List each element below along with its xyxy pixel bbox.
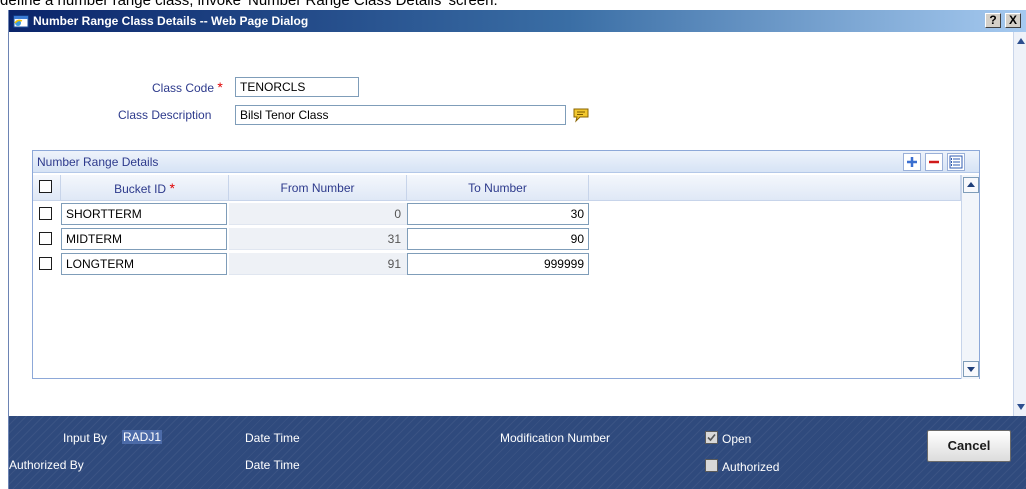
grid-scrollbar[interactable] [961,175,979,379]
class-code-label: Class Code * [152,79,223,95]
window-title: Number Range Class Details -- Web Page D… [33,14,309,28]
from-number-cell: 0 [229,203,407,225]
add-row-icon[interactable] [903,153,921,171]
title-bar: Number Range Class Details -- Web Page D… [9,10,1026,32]
bucket-id-cell[interactable]: MIDTERM [61,228,227,250]
bucket-id-cell[interactable]: SHORTTERM [61,203,227,225]
date-time-label-2: Date Time [245,458,300,472]
grid-title: Number Range Details [37,155,159,169]
to-number-cell[interactable]: 30 [407,203,589,225]
authorized-checkbox [705,459,718,472]
open-checkbox [705,431,718,444]
required-marker: * [217,79,223,95]
select-all-checkbox[interactable] [39,180,52,193]
row-checkbox[interactable] [39,257,52,270]
audit-footer: Input By RADJ1 Date Time Modification Nu… [9,416,1026,489]
class-code-input[interactable]: TENORCLS [235,77,359,97]
close-button[interactable]: X [1005,13,1021,28]
input-by-value: RADJ1 [122,430,163,444]
column-header-to-number: To Number [407,175,589,201]
scroll-down-icon[interactable] [1016,402,1026,412]
dialog-window: Number Range Class Details -- Web Page D… [8,10,1026,489]
cancel-button[interactable]: Cancel [927,430,1011,462]
authorized-label: Authorized [722,460,780,474]
authorized-by-label: Authorized By [9,458,84,472]
ie-window-icon [13,13,29,29]
row-checkbox[interactable] [39,232,52,245]
speech-bubble-icon[interactable] [572,107,590,123]
single-view-icon[interactable] [947,153,965,171]
grid-scroll-up-icon[interactable] [963,177,979,193]
class-description-input[interactable]: Bilsl Tenor Class [235,105,566,125]
document-caption: define a number range class, invoke 'Num… [0,0,1026,8]
grid-header-bar: Number Range Details [33,151,979,173]
from-number-cell: 31 [229,228,407,250]
help-button[interactable]: ? [985,13,1001,28]
to-number-cell[interactable]: 90 [407,228,589,250]
bucket-id-cell[interactable]: LONGTERM [61,253,227,275]
checkmark-icon [707,433,716,442]
column-header-from-number: From Number [229,175,407,201]
modification-number-label: Modification Number [500,431,611,445]
from-number-cell: 91 [229,253,407,275]
number-range-grid: Number Range Details Bucket ID * From Nu… [32,150,980,379]
select-all-cell [33,175,61,201]
input-by-label: Input By [63,431,108,445]
date-time-label: Date Time [245,431,300,445]
grid-scroll-down-icon[interactable] [963,361,979,377]
class-description-label: Class Description [118,108,212,122]
to-number-cell[interactable]: 999999 [407,253,589,275]
scroll-up-icon[interactable] [1016,36,1026,46]
delete-row-icon[interactable] [925,153,943,171]
open-label: Open [722,432,752,446]
column-header-bucket-id: Bucket ID * [61,175,229,201]
column-header-empty [589,175,961,201]
dialog-scrollbar[interactable] [1013,32,1026,416]
row-checkbox[interactable] [39,207,52,220]
